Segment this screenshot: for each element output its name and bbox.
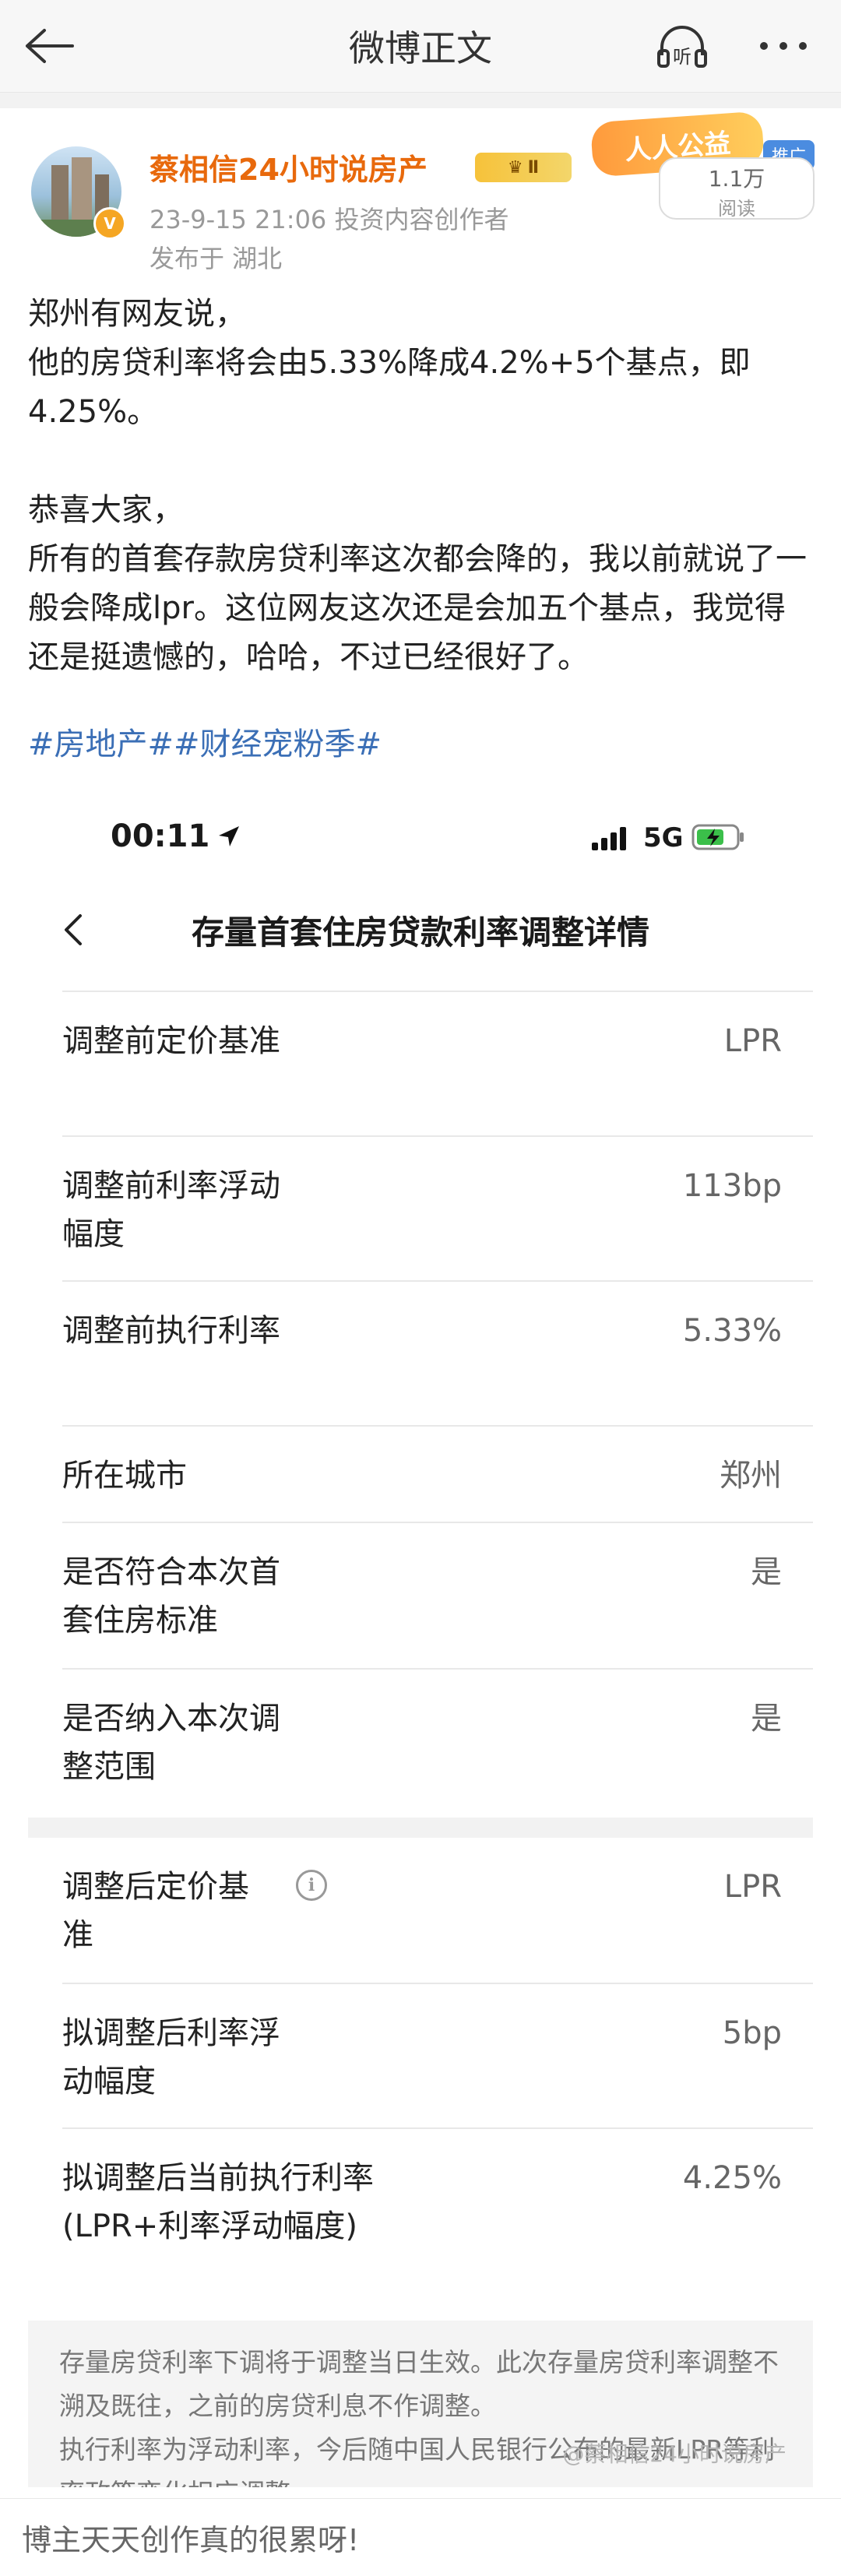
row-label: 拟调整后利率浮动幅度 [62, 2015, 280, 2099]
embedded-screenshot[interactable]: 00:11 5G 存量首套住房贷款利率调整详情 调整前定价基准 LPR 调整前利… [28, 782, 813, 2487]
post-location: 发布于 湖北 [150, 244, 283, 273]
level-badge: ♛ Ⅱ [475, 153, 572, 182]
watermark: @蔡相信24小时说房产 [562, 2441, 786, 2467]
more-button[interactable] [752, 20, 815, 72]
comment-input[interactable]: 博主天天创作真的很累呀! [22, 2499, 359, 2576]
post-line [28, 437, 815, 486]
row-label: 是否符合本次首套住房标准 [62, 1554, 280, 1638]
location-arrow-icon [219, 826, 240, 846]
detail-row: 调整前定价基准 LPR [62, 991, 813, 1137]
network-type: 5G [643, 822, 684, 853]
listen-button[interactable]: 听 [651, 20, 713, 72]
detail-row: 拟调整后当前执行利率(LPR+利率浮动幅度) 4.25% [62, 2127, 813, 2322]
author-name[interactable]: 蔡相信24小时说房产 [150, 145, 428, 188]
read-count: 1.1万 [708, 166, 765, 192]
row-value: LPR [723, 1023, 782, 1059]
comment-bar[interactable]: 博主天天创作真的很累呀! [0, 2498, 841, 2576]
detail-row: 拟调整后利率浮动幅度 5bp [62, 1983, 813, 2129]
signal-icon [592, 827, 626, 850]
row-value: 是 [751, 1554, 782, 1590]
row-label: 调整后定价基准i [62, 1863, 374, 1959]
post-line: 恭喜大家， [28, 492, 184, 528]
post-line: 郑州有网友说， [28, 296, 246, 332]
notice-text: 存量房贷利率下调将于调整当日生效。此次存量房贷利率调整不溯及既往，之前的房贷利息… [59, 2347, 779, 2421]
back-button[interactable] [17, 20, 79, 72]
verified-icon: V [93, 207, 126, 240]
row-label: 拟调整后当前执行利率(LPR+利率浮动幅度) [62, 2160, 374, 2244]
row-label: 所在城市 [62, 1458, 187, 1494]
listen-label: 听 [673, 46, 691, 68]
detail-row: 调整后定价基准i LPR [62, 1838, 813, 1983]
more-icon [760, 42, 807, 50]
hashtag-link[interactable]: #房地产##财经宠粉季# [28, 715, 382, 768]
status-bar: 00:11 5G [28, 782, 813, 883]
row-value: 郑州 [720, 1458, 782, 1494]
row-value: 是 [751, 1701, 782, 1737]
row-value: 4.25% [682, 2160, 782, 2196]
read-count-box: 1.1万 阅读 [659, 157, 815, 220]
row-value: 5bp [722, 2015, 782, 2051]
detail-header: 存量首套住房贷款利率调整详情 [28, 883, 813, 977]
read-label: 阅读 [718, 198, 755, 220]
page-title: 微博正文 [349, 27, 492, 69]
post-text: 郑州有网友说， 他的房贷利率将会由5.33%降成4.2%+5个基点，即4.25%… [28, 290, 815, 682]
row-value: LPR [723, 1869, 782, 1905]
info-icon[interactable]: i [296, 1870, 327, 1901]
notice-box: 存量房贷利率下调将于调整当日生效。此次存量房贷利率调整不溯及既往，之前的房贷利息… [28, 2321, 813, 2487]
detail-row: 是否纳入本次调整范围 是 [62, 1668, 813, 1816]
row-label: 调整前利率浮动幅度 [62, 1168, 280, 1252]
detail-row: 调整前执行利率 5.33% [62, 1280, 813, 1427]
post-timestamp: 23-9-15 21:06 投资内容创作者 [150, 205, 509, 234]
row-value: 5.33% [682, 1313, 782, 1349]
detail-row: 调整前利率浮动幅度 113bp [62, 1135, 813, 1282]
row-label: 调整前定价基准 [62, 1023, 280, 1059]
detail-title: 存量首套住房贷款利率调整详情 [191, 913, 649, 952]
status-time: 00:11 [111, 813, 242, 860]
row-value: 113bp [682, 1168, 782, 1204]
row-label: 调整前执行利率 [62, 1313, 280, 1349]
level-text: Ⅱ [527, 157, 540, 178]
headphones-icon: 听 [657, 26, 707, 68]
post-line: 他的房贷利率将会由5.33%降成4.2%+5个基点，即4.25%。 [28, 345, 751, 430]
section-divider [28, 1818, 813, 1838]
divider [0, 93, 841, 108]
top-nav-bar: 微博正文 听 [0, 0, 841, 93]
battery-icon [691, 824, 744, 850]
post-line: 所有的首套存款房贷利率这次都会降的，我以前就说了一般会降成lpr。这位网友这次还… [28, 541, 807, 675]
detail-row: 是否符合本次首套住房标准 是 [62, 1522, 813, 1670]
detail-row: 所在城市 郑州 [62, 1425, 813, 1523]
row-label: 是否纳入本次调整范围 [62, 1701, 280, 1785]
arrow-left-icon [26, 29, 74, 63]
crown-icon: ♛ [507, 157, 523, 178]
